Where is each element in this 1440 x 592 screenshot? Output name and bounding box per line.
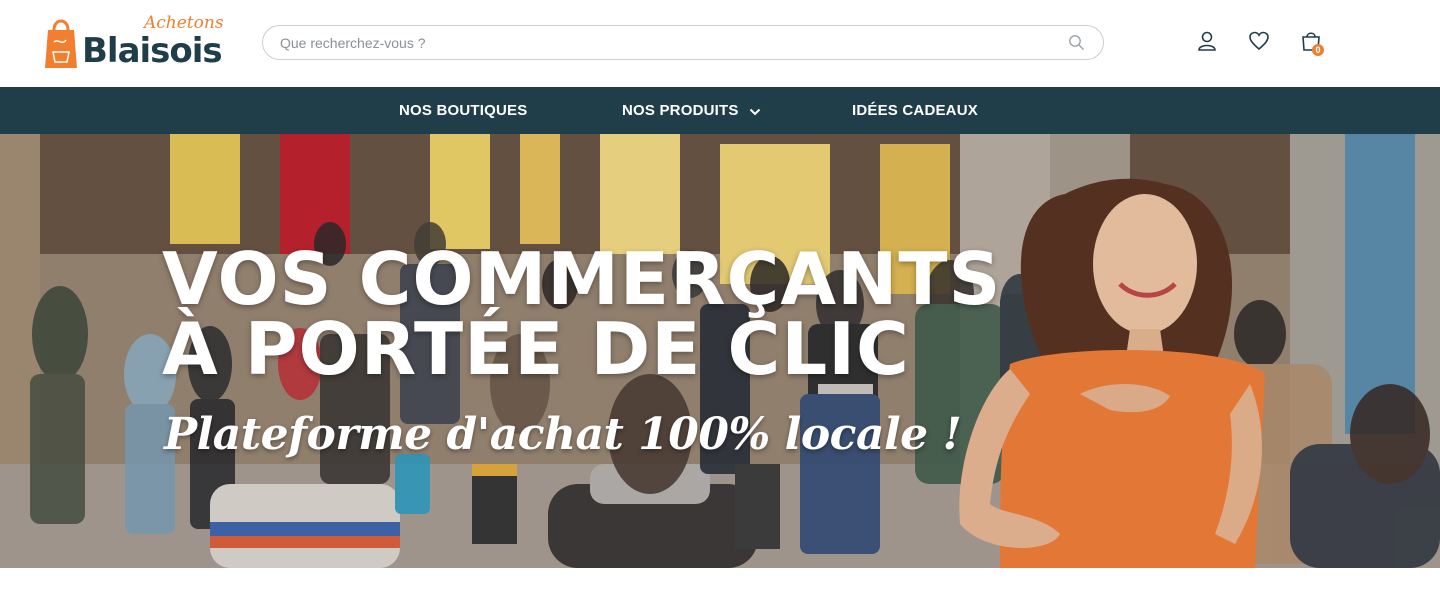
hero-title: VOS COMMERÇANTS À PORTÉE DE CLIC xyxy=(162,237,1042,391)
hero-banner[interactable]: VOS COMMERÇANTS À PORTÉE DE CLIC Platefo… xyxy=(0,134,1440,568)
nav-item-label: NOS PRODUITS xyxy=(622,102,739,119)
heart-icon[interactable] xyxy=(1248,30,1270,52)
hero-title-line-2: À PORTÉE DE CLIC xyxy=(162,307,910,391)
site-logo[interactable]: Achetons Blaisois xyxy=(44,12,240,70)
hero-subtitle: Plateforme d'achat 100% locale ! xyxy=(164,409,962,460)
site-header: Achetons Blaisois 0 xyxy=(0,0,1440,87)
cart-count-badge: 0 xyxy=(1312,44,1324,56)
chevron-down-icon xyxy=(749,88,761,135)
user-icon[interactable] xyxy=(1196,30,1218,52)
main-nav: NOS BOUTIQUES NOS PRODUITS IDÉES CADEAUX xyxy=(0,87,1440,134)
search-bar xyxy=(262,25,1104,60)
search-input[interactable] xyxy=(280,26,1060,59)
hero-title-line-1: VOS COMMERÇANTS xyxy=(162,237,1002,321)
logo-top-word: Achetons xyxy=(142,13,224,33)
nav-item-label: NOS BOUTIQUES xyxy=(399,102,528,119)
nav-item-label: IDÉES CADEAUX xyxy=(852,102,978,119)
nav-item-boutiques[interactable]: NOS BOUTIQUES xyxy=(399,87,527,134)
nav-item-produits[interactable]: NOS PRODUITS xyxy=(622,87,761,134)
search-icon[interactable] xyxy=(1068,34,1085,51)
nav-item-idees-cadeaux[interactable]: IDÉES CADEAUX xyxy=(852,87,978,134)
logo-main-word: Blaisois xyxy=(82,31,222,70)
